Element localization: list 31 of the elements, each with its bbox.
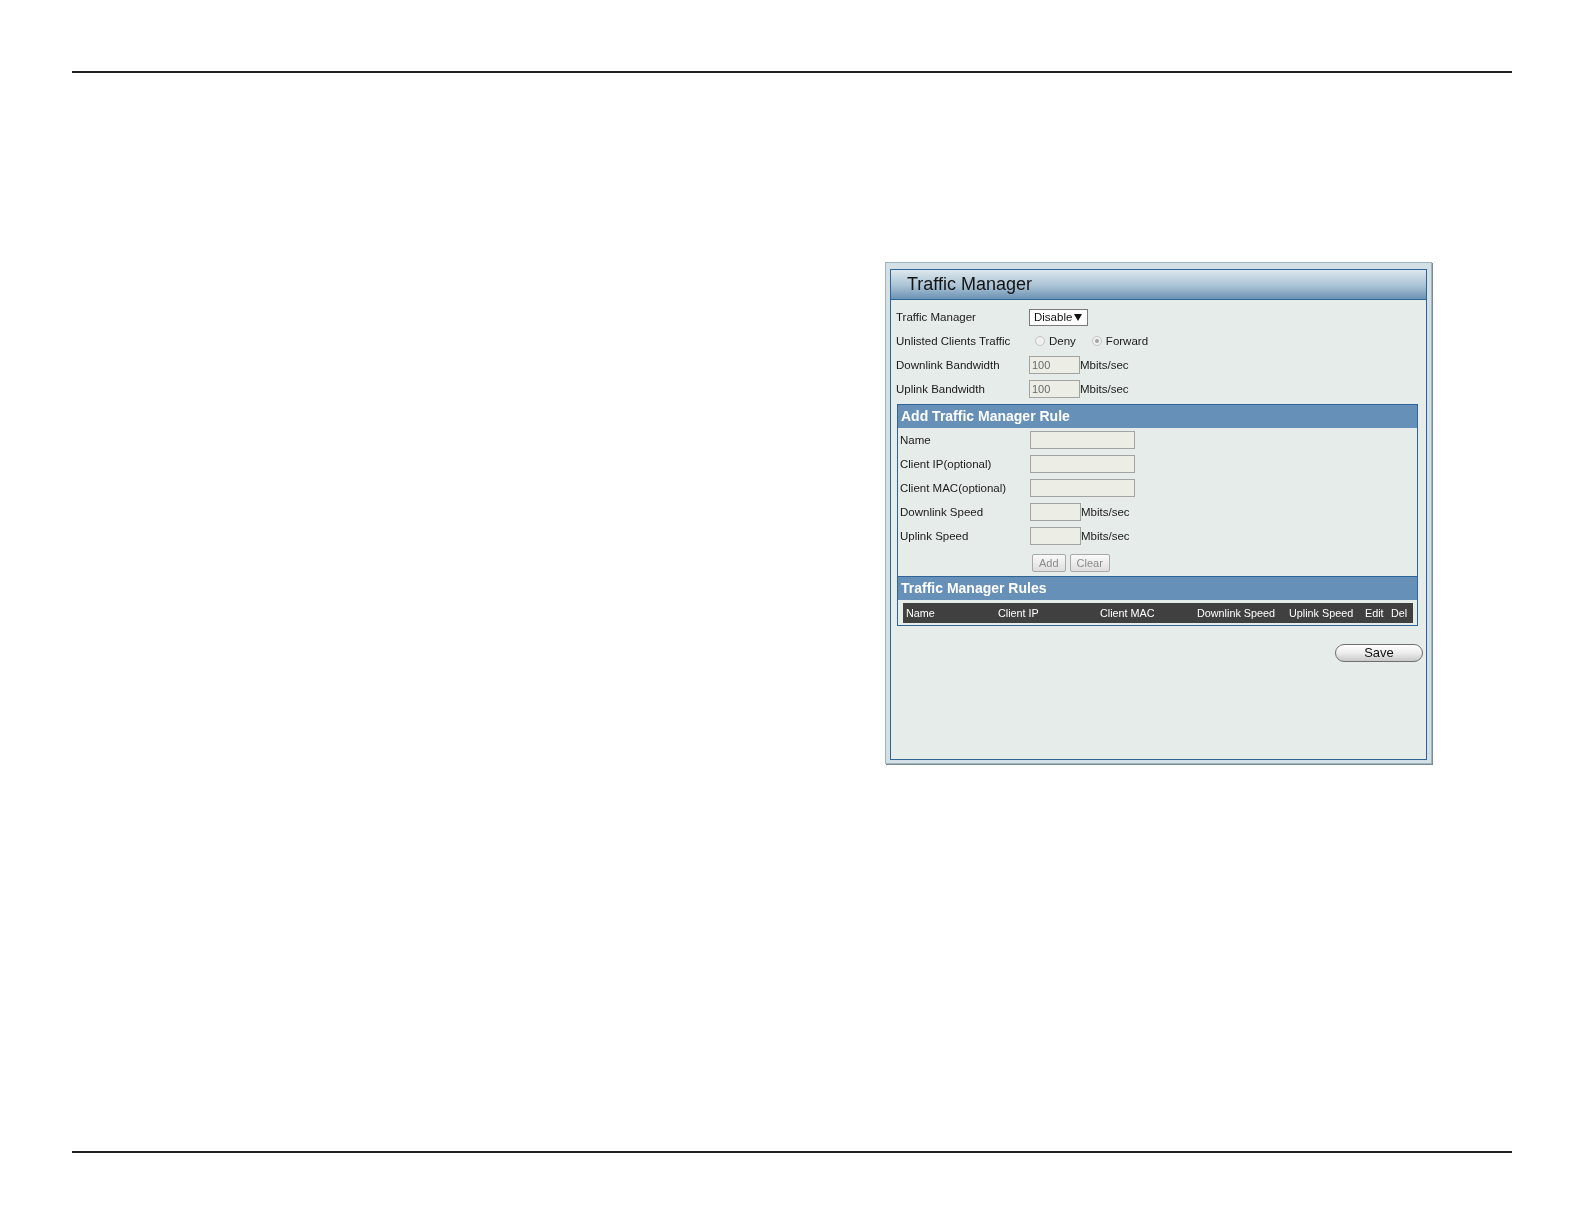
setting-label: Traffic Manager	[896, 311, 977, 323]
unit-label: Mbits/sec	[1081, 506, 1130, 518]
dropdown[interactable]: Disable	[1029, 308, 1088, 326]
setting-label: Downlink Bandwidth	[896, 359, 1001, 371]
input-field[interactable]	[1030, 431, 1135, 449]
column-header: Del	[1391, 607, 1409, 619]
field-label: Client MAC(optional)	[900, 482, 1008, 494]
field-label: Uplink Speed	[900, 530, 970, 542]
field-label: Downlink Speed	[900, 506, 985, 518]
input-field[interactable]	[1030, 455, 1135, 473]
field-label: Client IP(optional)	[900, 458, 993, 470]
column-header: Client IP	[998, 607, 1040, 619]
caret-icon	[1074, 313, 1082, 321]
unit-label: Mbits/sec	[1080, 359, 1129, 371]
save-button[interactable]: Save	[1335, 644, 1423, 662]
setting-label: Uplink Bandwidth	[896, 383, 986, 395]
input-field[interactable]	[1030, 527, 1081, 545]
field-label: Name	[900, 434, 932, 446]
panel-title: Traffic Manager	[907, 274, 1033, 294]
input-field[interactable]	[1030, 479, 1135, 497]
column-header: Client MAC	[1100, 607, 1156, 619]
column-header: Edit	[1365, 607, 1385, 619]
setting-label: Unlisted Clients Traffic	[896, 335, 1012, 347]
section-header: Add Traffic Manager Rule	[898, 405, 1417, 428]
column-header: Uplink Speed	[1289, 607, 1355, 619]
unit-label: Mbits/sec	[1080, 383, 1129, 395]
input-field[interactable]	[1030, 503, 1081, 521]
section-header: Traffic Manager Rules	[898, 576, 1417, 600]
column-header: Name	[906, 607, 936, 619]
column-header: Downlink Speed	[1197, 607, 1277, 619]
unit-label: Mbits/sec	[1081, 530, 1130, 542]
